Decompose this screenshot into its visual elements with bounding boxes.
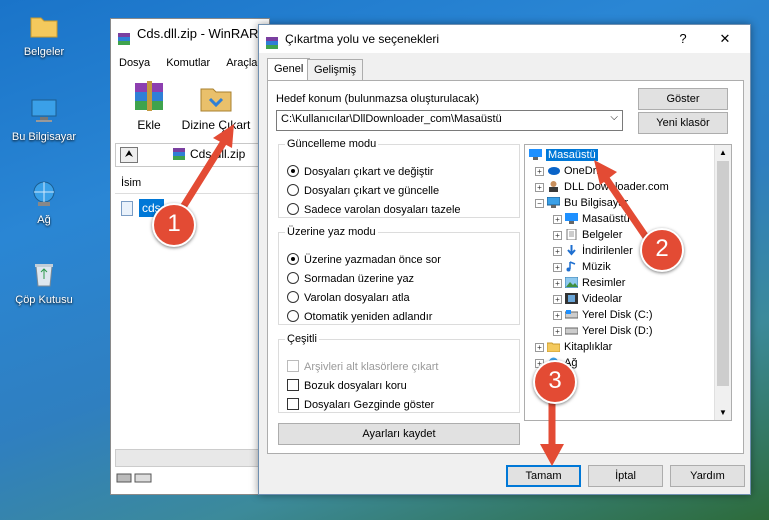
step-badge-2: 2	[640, 228, 684, 272]
step-badge-1: 1	[152, 203, 196, 247]
arrow-step-3	[540, 391, 564, 466]
arrow-step-2	[594, 160, 652, 244]
arrow-step-1	[176, 124, 234, 216]
step-badge-3: 3	[533, 360, 577, 404]
